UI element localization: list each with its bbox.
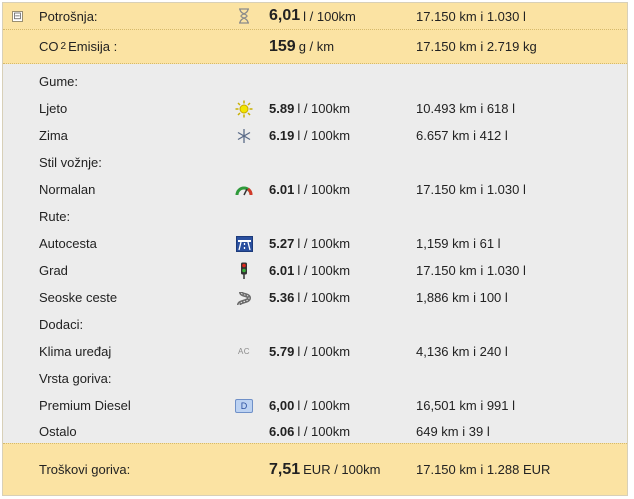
collapse-toggle[interactable]: ⊟ — [12, 11, 23, 22]
row-other: Ostalo 6.06 l / 100km 649 km i 39 l — [39, 423, 490, 439]
row-diesel: Premium Diesel D 6,00 l / 100km 16,501 km… — [3, 392, 627, 419]
traffic-light-icon — [233, 257, 255, 284]
fuel-costs-distance: 17.150 km i 1.288 EUR — [416, 462, 551, 477]
fuel-consumption-panel: ⊟ Potrošnja: 6,01 l / 100km 17.150 km i 1… — [2, 2, 628, 496]
sun-icon — [233, 95, 255, 122]
hourglass-icon — [233, 3, 255, 29]
section-style: Stil vožnje: — [39, 155, 102, 170]
section-tires: Gume: — [39, 74, 79, 89]
section-extras: Dodaci: — [39, 317, 84, 332]
snowflake-icon — [233, 122, 255, 149]
consumption-value: 6,01 l / 100km — [269, 7, 356, 24]
row-country: Seoske ceste 5.36 l / 100km 1,886 km i 10… — [3, 284, 627, 311]
row-summer: Ljeto 5.89 l / 100km 10.493 km i 618 l — [3, 95, 627, 122]
highway-icon — [233, 230, 255, 257]
section-fuel-type: Vrsta goriva: — [39, 371, 112, 386]
co2-row: CO 2 Emisija : 159 g / km 17.150 km i 2.719… — [3, 30, 627, 64]
diesel-badge-icon: D — [233, 392, 255, 419]
row-highway: Autocesta 5.27 l / 100km 1,159 km i 61 l — [3, 230, 627, 257]
winding-road-icon — [233, 284, 255, 311]
co2-value: 159 g / km — [269, 37, 335, 55]
consumption-row: ⊟ Potrošnja: 6,01 l / 100km 17.150 km i 1… — [3, 3, 627, 30]
fuel-costs-label: Troškovi goriva: — [39, 462, 131, 477]
air-conditioning-icon: AC — [237, 347, 251, 356]
co2-label: CO 2 Emisija : — [39, 39, 118, 54]
row-ac: Klima uređaj AC 5.79 l / 100km 4,136 km i… — [3, 338, 627, 365]
section-routes: Rute: — [39, 209, 71, 224]
speedometer-icon — [233, 176, 255, 203]
row-city: Grad 6.01 l / 100km 17.150 km i 1.030 l — [3, 257, 627, 284]
co2-distance: 17.150 km i 2.719 kg — [416, 39, 537, 54]
consumption-label: Potrošnja: — [39, 8, 98, 24]
consumption-distance: 17.150 km i 1.030 l — [416, 8, 526, 24]
row-winter: Zima 6.19 l / 100km 6.657 km i 412 l — [3, 122, 627, 149]
details-block: Gume: Ljeto 5.89 l / 100km 10.493 km i 61… — [3, 64, 627, 443]
fuel-costs-value: 7,51 EUR / 100km — [269, 460, 381, 478]
row-normal: Normalan 6.01 l / 100km 17.150 km i 1.030… — [3, 176, 627, 203]
fuel-costs-row: Troškovi goriva: 7,51 EUR / 100km 17.150 … — [3, 443, 627, 495]
